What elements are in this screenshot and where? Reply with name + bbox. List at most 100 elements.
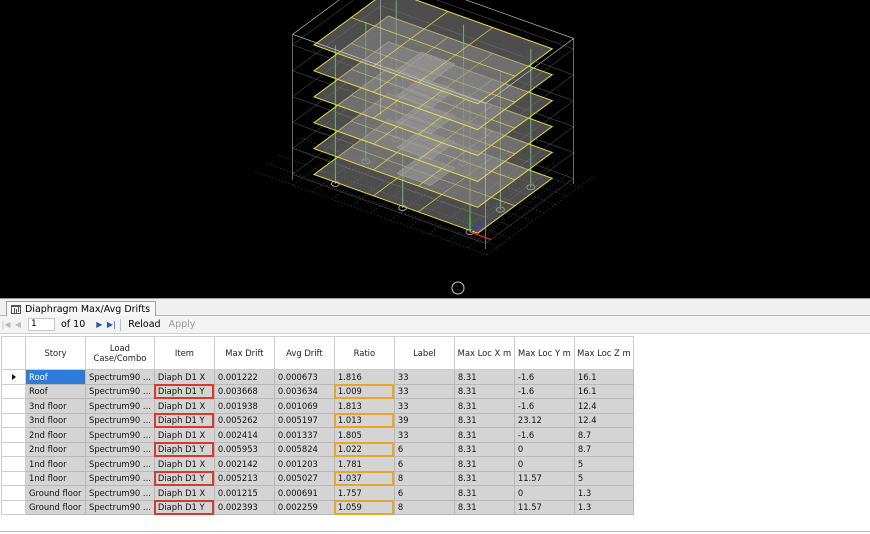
cell-item[interactable]: Diaph D1 Y bbox=[153, 441, 215, 457]
cell-story[interactable]: Roof bbox=[25, 383, 86, 399]
cell-load[interactable]: Spectrum90 ... bbox=[85, 412, 155, 428]
table-row[interactable]: 2nd floor Spectrum90 ... Diaph D1 Y 0.00595… bbox=[1, 441, 634, 457]
cell-avg-drift[interactable]: 0.001337 bbox=[273, 427, 335, 443]
column-header-max-loc-x[interactable]: Max Loc X m bbox=[453, 336, 515, 370]
cell-story[interactable]: 3nd floor bbox=[25, 412, 86, 428]
cell-load[interactable]: Spectrum90 ... bbox=[85, 398, 155, 414]
prev-page-icon[interactable]: ◀ bbox=[12, 318, 24, 332]
cell-story[interactable]: Roof bbox=[25, 369, 86, 385]
table-row[interactable]: Roof Spectrum90 ... Diaph D1 X 0.001222 0.00… bbox=[1, 369, 634, 385]
column-header-max-drift[interactable]: Max Drift bbox=[213, 336, 275, 370]
cell-avg-drift[interactable]: 0.001069 bbox=[273, 398, 335, 414]
column-header-max-loc-z[interactable]: Max Loc Z m bbox=[573, 336, 634, 370]
cell-avg-drift[interactable]: 0.001203 bbox=[273, 456, 335, 472]
cell-load[interactable]: Spectrum90 ... bbox=[85, 383, 155, 399]
cell-max-loc-x[interactable]: 8.31 bbox=[453, 383, 515, 399]
cell-avg-drift[interactable]: 0.000691 bbox=[273, 485, 335, 501]
cell-story[interactable]: 2nd floor bbox=[25, 441, 86, 457]
cell-max-loc-x[interactable]: 8.31 bbox=[453, 499, 515, 515]
cell-label[interactable]: 6 bbox=[393, 441, 455, 457]
last-page-icon[interactable]: ▶| bbox=[105, 318, 117, 332]
next-page-icon[interactable]: ▶ bbox=[93, 318, 105, 332]
table-row[interactable]: 1nd floor Spectrum90 ... Diaph D1 Y 0.00521… bbox=[1, 470, 634, 486]
cell-max-loc-y[interactable]: 0 bbox=[513, 456, 575, 472]
row-header-cell[interactable] bbox=[1, 427, 26, 443]
cell-max-loc-x[interactable]: 8.31 bbox=[453, 427, 515, 443]
cell-label[interactable]: 8 bbox=[393, 470, 455, 486]
row-header-cell[interactable] bbox=[1, 470, 26, 486]
row-header-cell[interactable] bbox=[1, 383, 26, 399]
cell-max-loc-z[interactable]: 16.1 bbox=[573, 369, 634, 385]
tab-diaphragm-drifts[interactable]: Diaphragm Max/Avg Drifts bbox=[6, 301, 156, 317]
row-header-cell[interactable] bbox=[1, 398, 26, 414]
model-3d-viewport[interactable] bbox=[0, 0, 870, 298]
apply-button[interactable]: Apply bbox=[169, 319, 196, 330]
cell-max-loc-y[interactable]: 23.12 bbox=[513, 412, 575, 428]
cell-label[interactable]: 33 bbox=[393, 398, 455, 414]
cell-item[interactable]: Diaph D1 X bbox=[153, 456, 215, 472]
cell-avg-drift[interactable]: 0.002259 bbox=[273, 499, 335, 515]
cell-item[interactable]: Diaph D1 Y bbox=[153, 412, 215, 428]
row-header-cell[interactable] bbox=[1, 369, 26, 385]
cell-max-loc-z[interactable]: 1.3 bbox=[573, 485, 634, 501]
cell-max-loc-y[interactable]: 11.57 bbox=[513, 499, 575, 515]
column-header-max-loc-y[interactable]: Max Loc Y m bbox=[513, 336, 575, 370]
cell-ratio[interactable]: 1.813 bbox=[333, 398, 395, 414]
cell-label[interactable]: 6 bbox=[393, 456, 455, 472]
cell-item[interactable]: Diaph D1 X bbox=[153, 369, 215, 385]
cell-max-loc-x[interactable]: 8.31 bbox=[453, 441, 515, 457]
cell-story[interactable]: 3nd floor bbox=[25, 398, 86, 414]
cell-max-loc-y[interactable]: -1.6 bbox=[513, 369, 575, 385]
cell-story[interactable]: 2nd floor bbox=[25, 427, 86, 443]
cell-label[interactable]: 6 bbox=[393, 485, 455, 501]
table-row[interactable]: 3nd floor Spectrum90 ... Diaph D1 X 0.00193… bbox=[1, 398, 634, 414]
column-header-ratio[interactable]: Ratio bbox=[333, 336, 395, 370]
cell-max-drift[interactable]: 0.005213 bbox=[213, 470, 275, 486]
cell-ratio[interactable]: 1.059 bbox=[333, 499, 395, 515]
cell-max-loc-x[interactable]: 8.31 bbox=[453, 398, 515, 414]
cell-max-loc-x[interactable]: 8.31 bbox=[453, 485, 515, 501]
cell-avg-drift[interactable]: 0.005027 bbox=[273, 470, 335, 486]
cell-label[interactable]: 33 bbox=[393, 369, 455, 385]
cell-max-loc-y[interactable]: -1.6 bbox=[513, 427, 575, 443]
table-row[interactable]: Ground floor Spectrum90 ... Diaph D1 X 0.00… bbox=[1, 485, 634, 501]
cell-max-drift[interactable]: 0.002393 bbox=[213, 499, 275, 515]
cell-max-loc-z[interactable]: 8.7 bbox=[573, 427, 634, 443]
cell-max-drift[interactable]: 0.003668 bbox=[213, 383, 275, 399]
cell-label[interactable]: 8 bbox=[393, 499, 455, 515]
cell-max-loc-y[interactable]: -1.6 bbox=[513, 383, 575, 399]
cell-ratio[interactable]: 1.781 bbox=[333, 456, 395, 472]
table-row[interactable]: 2nd floor Spectrum90 ... Diaph D1 X 0.00241… bbox=[1, 427, 634, 443]
table-row[interactable]: Ground floor Spectrum90 ... Diaph D1 Y 0.00… bbox=[1, 499, 634, 515]
cell-max-loc-y[interactable]: 11.57 bbox=[513, 470, 575, 486]
row-header-cell[interactable] bbox=[1, 485, 26, 501]
cell-max-drift[interactable]: 0.001215 bbox=[213, 485, 275, 501]
cell-item[interactable]: Diaph D1 X bbox=[153, 485, 215, 501]
cell-max-loc-z[interactable]: 5 bbox=[573, 470, 634, 486]
cell-ratio[interactable]: 1.009 bbox=[333, 383, 395, 399]
cell-max-loc-x[interactable]: 8.31 bbox=[453, 412, 515, 428]
cell-load[interactable]: Spectrum90 ... bbox=[85, 499, 155, 515]
table-row[interactable]: Roof Spectrum90 ... Diaph D1 Y 0.003668 0.00… bbox=[1, 383, 634, 399]
row-header-cell[interactable] bbox=[1, 499, 26, 515]
cell-ratio[interactable]: 1.022 bbox=[333, 441, 395, 457]
cell-load[interactable]: Spectrum90 ... bbox=[85, 485, 155, 501]
column-header-avg-drift[interactable]: Avg Drift bbox=[273, 336, 335, 370]
cell-max-loc-y[interactable]: -1.6 bbox=[513, 398, 575, 414]
cell-max-loc-z[interactable]: 1.3 bbox=[573, 499, 634, 515]
cell-max-loc-y[interactable]: 0 bbox=[513, 485, 575, 501]
cell-avg-drift[interactable]: 0.000673 bbox=[273, 369, 335, 385]
cell-avg-drift[interactable]: 0.003634 bbox=[273, 383, 335, 399]
row-header-cell[interactable] bbox=[1, 456, 26, 472]
cell-avg-drift[interactable]: 0.005197 bbox=[273, 412, 335, 428]
cell-max-loc-z[interactable]: 8.7 bbox=[573, 441, 634, 457]
cell-label[interactable]: 33 bbox=[393, 383, 455, 399]
cell-ratio[interactable]: 1.816 bbox=[333, 369, 395, 385]
column-header-load-case[interactable]: Load Case/Combo bbox=[85, 336, 155, 370]
column-header-story[interactable]: Story bbox=[25, 336, 86, 370]
column-header-item[interactable]: Item bbox=[153, 336, 215, 370]
cell-load[interactable]: Spectrum90 ... bbox=[85, 441, 155, 457]
first-page-icon[interactable]: |◀ bbox=[0, 318, 12, 332]
cell-ratio[interactable]: 1.757 bbox=[333, 485, 395, 501]
cell-load[interactable]: Spectrum90 ... bbox=[85, 470, 155, 486]
